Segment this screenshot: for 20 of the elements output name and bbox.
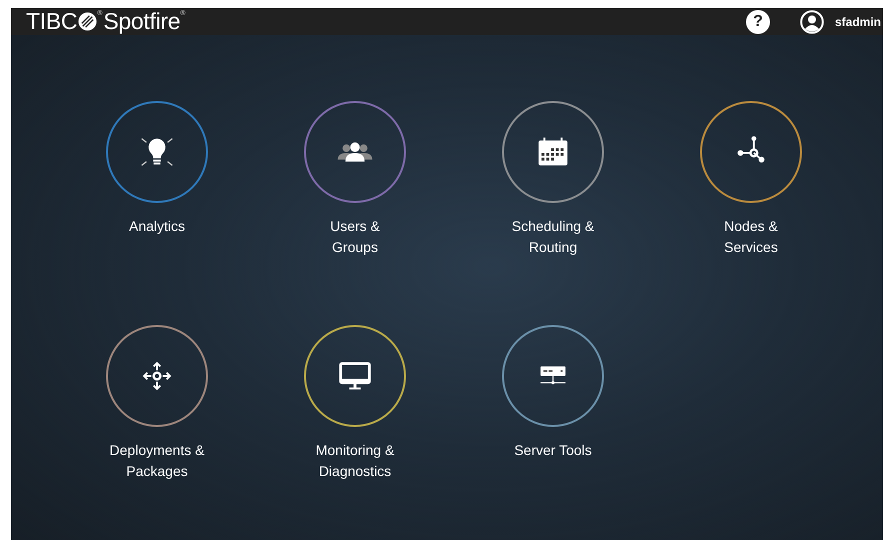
users-tile-button[interactable] bbox=[304, 101, 406, 203]
brand-text: TIBC bbox=[26, 8, 78, 35]
scheduling-tile-button[interactable] bbox=[502, 101, 604, 203]
user-avatar-icon[interactable] bbox=[800, 10, 824, 34]
product-name: Spotfire bbox=[103, 8, 180, 35]
deployments-label[interactable]: Deployments & Packages bbox=[110, 440, 204, 482]
logo-icon bbox=[78, 12, 98, 31]
scheduling-label[interactable]: Scheduling & Routing bbox=[512, 216, 594, 258]
analytics-tile-button[interactable] bbox=[106, 101, 208, 203]
user-name[interactable]: sfadmin bbox=[834, 14, 881, 28]
server-tile-button[interactable] bbox=[502, 325, 604, 427]
monitoring-label[interactable]: Monitoring & Diagnostics bbox=[316, 440, 394, 482]
monitoring-tile-button[interactable] bbox=[304, 325, 406, 427]
analytics-label[interactable]: Analytics bbox=[128, 216, 186, 237]
users-label[interactable]: Users & Groups bbox=[330, 216, 380, 258]
deployments-tile-button[interactable] bbox=[106, 325, 208, 427]
nodes-label[interactable]: Nodes & Services bbox=[724, 216, 778, 258]
help-button[interactable]: ? bbox=[746, 10, 770, 34]
nodes-tile-button[interactable] bbox=[700, 101, 802, 203]
server-label[interactable]: Server Tools bbox=[514, 440, 592, 461]
